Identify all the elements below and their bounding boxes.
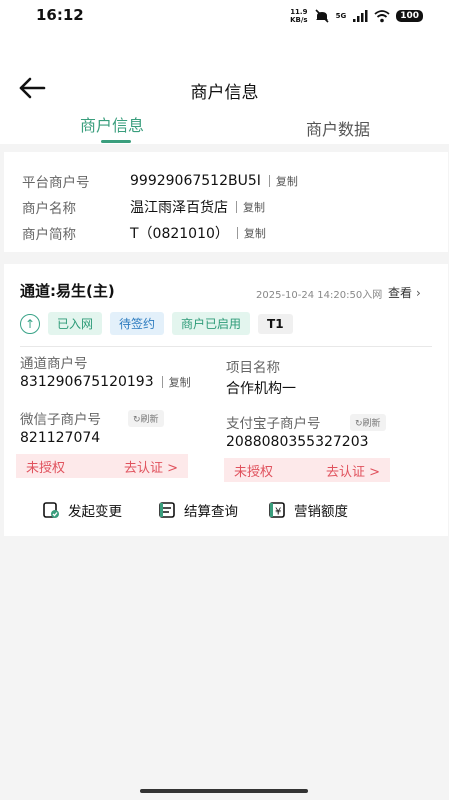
action-bar: 发起变更 结算查询 ¥ 营销额度 xyxy=(18,492,404,528)
status-tags: ↑ 已入网 待签约 商户已启用 T1 xyxy=(20,312,293,335)
separator xyxy=(236,201,237,213)
signal-icon xyxy=(353,10,368,22)
wechat-auth-button[interactable]: 未授权 去认证 > xyxy=(16,454,188,478)
merchant-short-name-row: 商户简称 T（0821010） 复制 xyxy=(22,222,266,244)
platform-merchant-no-row: 平台商户号 99929067512BU5I 复制 xyxy=(22,170,298,192)
status-badge-pending-sign: 待签约 xyxy=(110,312,165,335)
channel-title: 通道:易生(主) xyxy=(20,282,115,300)
platform-merchant-no-value: 99929067512BU5I xyxy=(130,173,261,189)
view-label: 查看 xyxy=(388,286,413,300)
status-icons: 11.9 KB/s 5G 100 xyxy=(290,8,423,24)
chevron-right-icon: › xyxy=(416,286,421,300)
status-bar: 16:12 11.9 KB/s 5G 100 xyxy=(0,0,449,34)
settlement-query-label: 结算查询 xyxy=(184,504,238,520)
merchant-short-name-label: 商户简称 xyxy=(22,227,76,243)
wechat-auth-link: 去认证 > xyxy=(123,460,178,476)
page-title: 商户信息 xyxy=(190,83,259,103)
initiate-change-button[interactable]: 发起变更 xyxy=(42,500,122,520)
yuan-icon: ¥ xyxy=(269,502,285,518)
settlement-query-button[interactable]: 结算查询 xyxy=(158,500,238,520)
project-name-label: 项目名称 xyxy=(226,360,280,376)
platform-merchant-no-label: 平台商户号 xyxy=(22,175,90,191)
settlement-icon xyxy=(159,502,175,518)
wechat-sub-merchant-label: 微信子商户号 xyxy=(20,412,101,428)
merchant-name-label: 商户名称 xyxy=(22,201,76,217)
channel-merchant-no-label: 通道商户号 xyxy=(20,356,88,372)
tab-merchant-info[interactable]: 商户信息 xyxy=(80,112,144,136)
marketing-quota-label: 营销额度 xyxy=(294,504,348,520)
home-indicator[interactable] xyxy=(140,789,308,793)
channel-merchant-no-row: 831290675120193 复制 xyxy=(20,374,191,390)
tab-merchant-data[interactable]: 商户数据 xyxy=(306,116,370,140)
alipay-sub-merchant-label: 支付宝子商户号 xyxy=(226,416,321,432)
network-type: 5G xyxy=(335,12,347,20)
alipay-auth-status: 未授权 xyxy=(234,464,274,480)
refresh-label: 刷新 xyxy=(362,419,381,429)
mute-icon xyxy=(315,9,329,23)
battery-icon: 100 xyxy=(396,10,423,22)
arrow-up-circle-icon: ↑ xyxy=(20,313,40,334)
project-name-value: 合作机构一 xyxy=(226,381,296,397)
active-tab-indicator xyxy=(101,140,131,143)
merchant-name-value: 温江雨泽百货店 xyxy=(130,200,228,216)
alipay-auth-link: 去认证 > xyxy=(325,464,380,480)
tab-bar: 商户信息 商户数据 xyxy=(0,112,449,144)
alipay-sub-merchant-value: 2088080355327203 xyxy=(226,434,369,450)
header: 商户信息 商户信息 商户数据 xyxy=(0,34,449,144)
merchant-short-name-value: T（0821010） xyxy=(130,226,229,242)
merchant-name-row: 商户名称 温江雨泽百货店 复制 xyxy=(22,196,265,218)
status-badge-settlement: T1 xyxy=(258,313,293,334)
separator xyxy=(268,175,270,187)
refresh-alipay-button[interactable]: ↻刷新 xyxy=(350,414,386,431)
status-badge-enabled: 商户已启用 xyxy=(172,312,251,335)
marketing-quota-button[interactable]: ¥ 营销额度 xyxy=(268,500,348,520)
channel-card: 通道:易生(主) 2025-10-24 14:20:50入网 查看 › ↑ 已入网… xyxy=(4,264,448,536)
change-icon xyxy=(43,502,59,518)
status-badge-joined: 已入网 xyxy=(48,312,103,335)
wechat-sub-merchant-value: 821127074 xyxy=(20,430,101,446)
copy-merchant-name-button[interactable]: 复制 xyxy=(243,199,265,215)
merchant-info-card: 平台商户号 99929067512BU5I 复制 商户名称 温江雨泽百货店 复制… xyxy=(4,152,448,252)
status-time: 16:12 xyxy=(36,6,84,24)
separator xyxy=(161,376,163,388)
divider xyxy=(20,346,432,347)
svg-text:¥: ¥ xyxy=(275,507,281,518)
net-speed: 11.9 KB/s xyxy=(290,8,307,24)
copy-channel-merchant-no-button[interactable]: 复制 xyxy=(169,374,191,390)
net-speed-unit: KB/s xyxy=(290,16,308,24)
channel-join-time: 2025-10-24 14:20:50入网 xyxy=(256,290,383,301)
view-channel-button[interactable]: 查看 › xyxy=(388,284,421,301)
wechat-auth-status: 未授权 xyxy=(26,460,66,476)
refresh-label: 刷新 xyxy=(140,415,159,425)
initiate-change-label: 发起变更 xyxy=(68,504,122,520)
alipay-auth-button[interactable]: 未授权 去认证 > xyxy=(224,458,390,482)
channel-merchant-no-value: 831290675120193 xyxy=(20,374,154,390)
separator xyxy=(236,227,238,239)
refresh-wechat-button[interactable]: ↻刷新 xyxy=(128,410,164,427)
copy-platform-merchant-no-button[interactable]: 复制 xyxy=(276,173,298,189)
copy-merchant-short-name-button[interactable]: 复制 xyxy=(244,225,266,241)
net-speed-value: 11.9 xyxy=(290,8,308,16)
wifi-icon xyxy=(374,10,390,23)
